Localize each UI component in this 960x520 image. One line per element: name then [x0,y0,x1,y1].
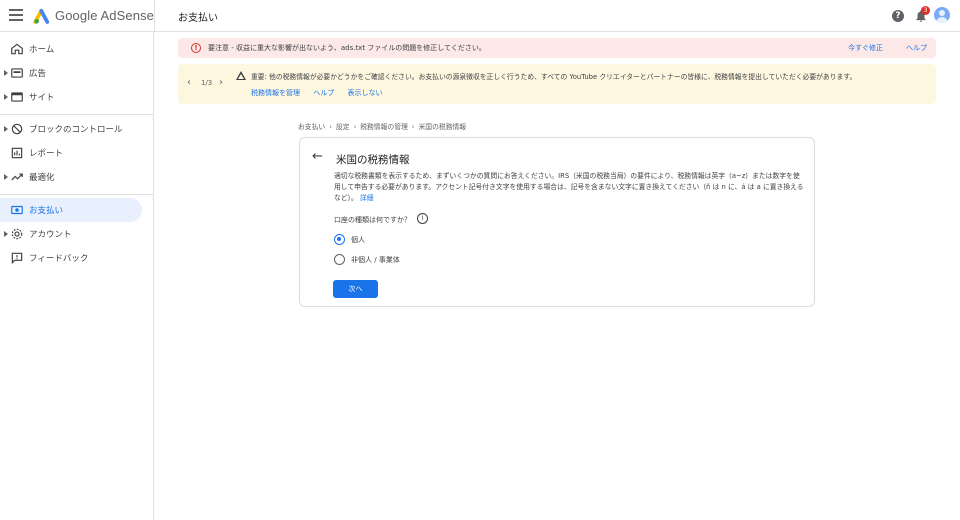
sidebar-item-label: アカウント [29,230,72,240]
sidebar-item-sites[interactable]: サイト [0,85,142,109]
top-app-bar: Google AdSense お支払い ? 3 [0,0,960,32]
breadcrumb-current: 米国の税務情報 [418,123,467,131]
sidebar-item-payments[interactable]: お支払い [0,198,142,222]
sidebar-item-reports[interactable]: レポート [0,141,142,165]
chevron-right-icon[interactable]: › [219,77,223,88]
error-banner-text: 要注意 - 収益に重大な影響が出ないよう、ads.txt ファイルの問題を修正し… [208,44,486,52]
card-title: 米国の税務情報 [336,154,410,166]
sidebar-item-home[interactable]: ホーム [0,37,142,61]
radio-individual[interactable] [334,234,345,245]
chevron-left-icon[interactable]: ‹ [187,77,191,88]
banner-pager: 1/3 [201,79,213,87]
warning-help-link[interactable]: ヘルプ [313,89,334,97]
fix-now-link[interactable]: 今すぐ修正 [848,43,883,53]
expand-caret-icon[interactable] [4,231,8,237]
next-button[interactable]: 次へ [333,280,378,298]
account-avatar[interactable] [934,7,950,23]
sidebar-nav: ホーム 広告 サイト ブロックのコントロール レポート 最適化 お支払い アカウ… [0,32,154,520]
sidebar-item-optimization[interactable]: 最適化 [0,165,142,189]
sidebar-item-account[interactable]: アカウント [0,222,142,246]
info-icon[interactable]: i [417,213,428,224]
sidebar-item-feedback[interactable]: フィードバック [0,246,142,270]
expand-caret-icon[interactable] [4,94,8,100]
us-tax-info-card: ← 米国の税務情報 適切な税務書類を表示するため、まずいくつかの質問にお答えくだ… [299,137,815,307]
radio-individual-label[interactable]: 個人 [351,235,365,245]
description-text: 適切な税務書類を表示するため、まずいくつかの質問にお答えください。IRS（米国の… [334,172,804,202]
sidebar-item-label: 広告 [29,69,47,79]
sidebar-item-label: フィードバック [29,254,89,264]
top-divider [154,0,155,32]
sidebar-item-blocking-controls[interactable]: ブロックのコントロール [0,117,142,141]
dismiss-link[interactable]: 表示しない [347,89,382,97]
sidebar-item-ads[interactable]: 広告 [0,61,142,85]
breadcrumb-manage-tax-info[interactable]: 税務情報の管理 [360,123,408,131]
breadcrumb: お支払い › 設定 › 税務情報の管理 › 米国の税務情報 [298,123,467,131]
account-gear-icon [11,228,23,240]
payments-icon [11,205,23,215]
brand-name: Google AdSense [55,8,154,23]
error-icon: ! [191,43,201,53]
sidebar-item-label: レポート [29,149,64,159]
sidebar-item-label: ホーム [29,45,55,55]
sidebar-item-label: 最適化 [29,173,55,183]
expand-caret-icon[interactable] [4,126,8,132]
tax-info-warning-banner: ‹ 1/3 › 重要: 他の税務情報が必要かどうかをご確認ください。お支払いの源… [178,64,936,104]
sites-icon [11,92,23,102]
breadcrumb-settings[interactable]: 設定 [336,123,350,131]
expand-caret-icon[interactable] [4,174,8,180]
warning-banner-text: 重要: 他の税務情報が必要かどうかをご確認ください。お支払いの源泉徴収を正しく行… [251,73,857,81]
optimization-icon [11,173,23,181]
feedback-icon [11,252,23,265]
adsense-logo-icon [33,8,50,24]
block-icon [11,123,23,135]
account-type-question: 口座の種類は何ですか？ [334,216,411,224]
sidebar-item-label: ブロックのコントロール [29,125,123,135]
ads-icon [11,68,23,78]
home-icon [11,43,23,55]
sidebar-item-label: サイト [29,93,55,103]
reports-icon [11,147,23,159]
card-description: 適切な税務書類を表示するため、まずいくつかの質問にお答えください。IRS（米国の… [334,171,804,204]
manage-tax-info-link[interactable]: 税務情報を管理 [251,89,300,97]
page-title: お支払い [178,13,218,24]
radio-non-individual[interactable] [334,254,345,265]
sidebar-item-label: お支払い [29,206,64,216]
help-icon[interactable]: ? [892,10,904,22]
warning-banner-links: 税務情報を管理 ヘルプ 表示しない [251,88,393,98]
breadcrumb-payments[interactable]: お支払い [298,123,325,131]
notification-count-badge: 3 [921,6,930,15]
back-arrow-icon[interactable]: ← [312,150,323,164]
expand-caret-icon[interactable] [4,70,8,76]
details-link[interactable]: 詳細 [360,194,374,202]
sidebar-divider [0,194,153,195]
sidebar-divider [0,114,153,115]
error-help-link[interactable]: ヘルプ [906,43,927,53]
ads-txt-error-banner: ! 要注意 - 収益に重大な影響が出ないよう、ads.txt ファイルの問題を修… [178,38,936,58]
hamburger-menu-icon[interactable] [9,9,23,23]
radio-non-individual-label[interactable]: 非個人 / 事業体 [351,255,400,265]
